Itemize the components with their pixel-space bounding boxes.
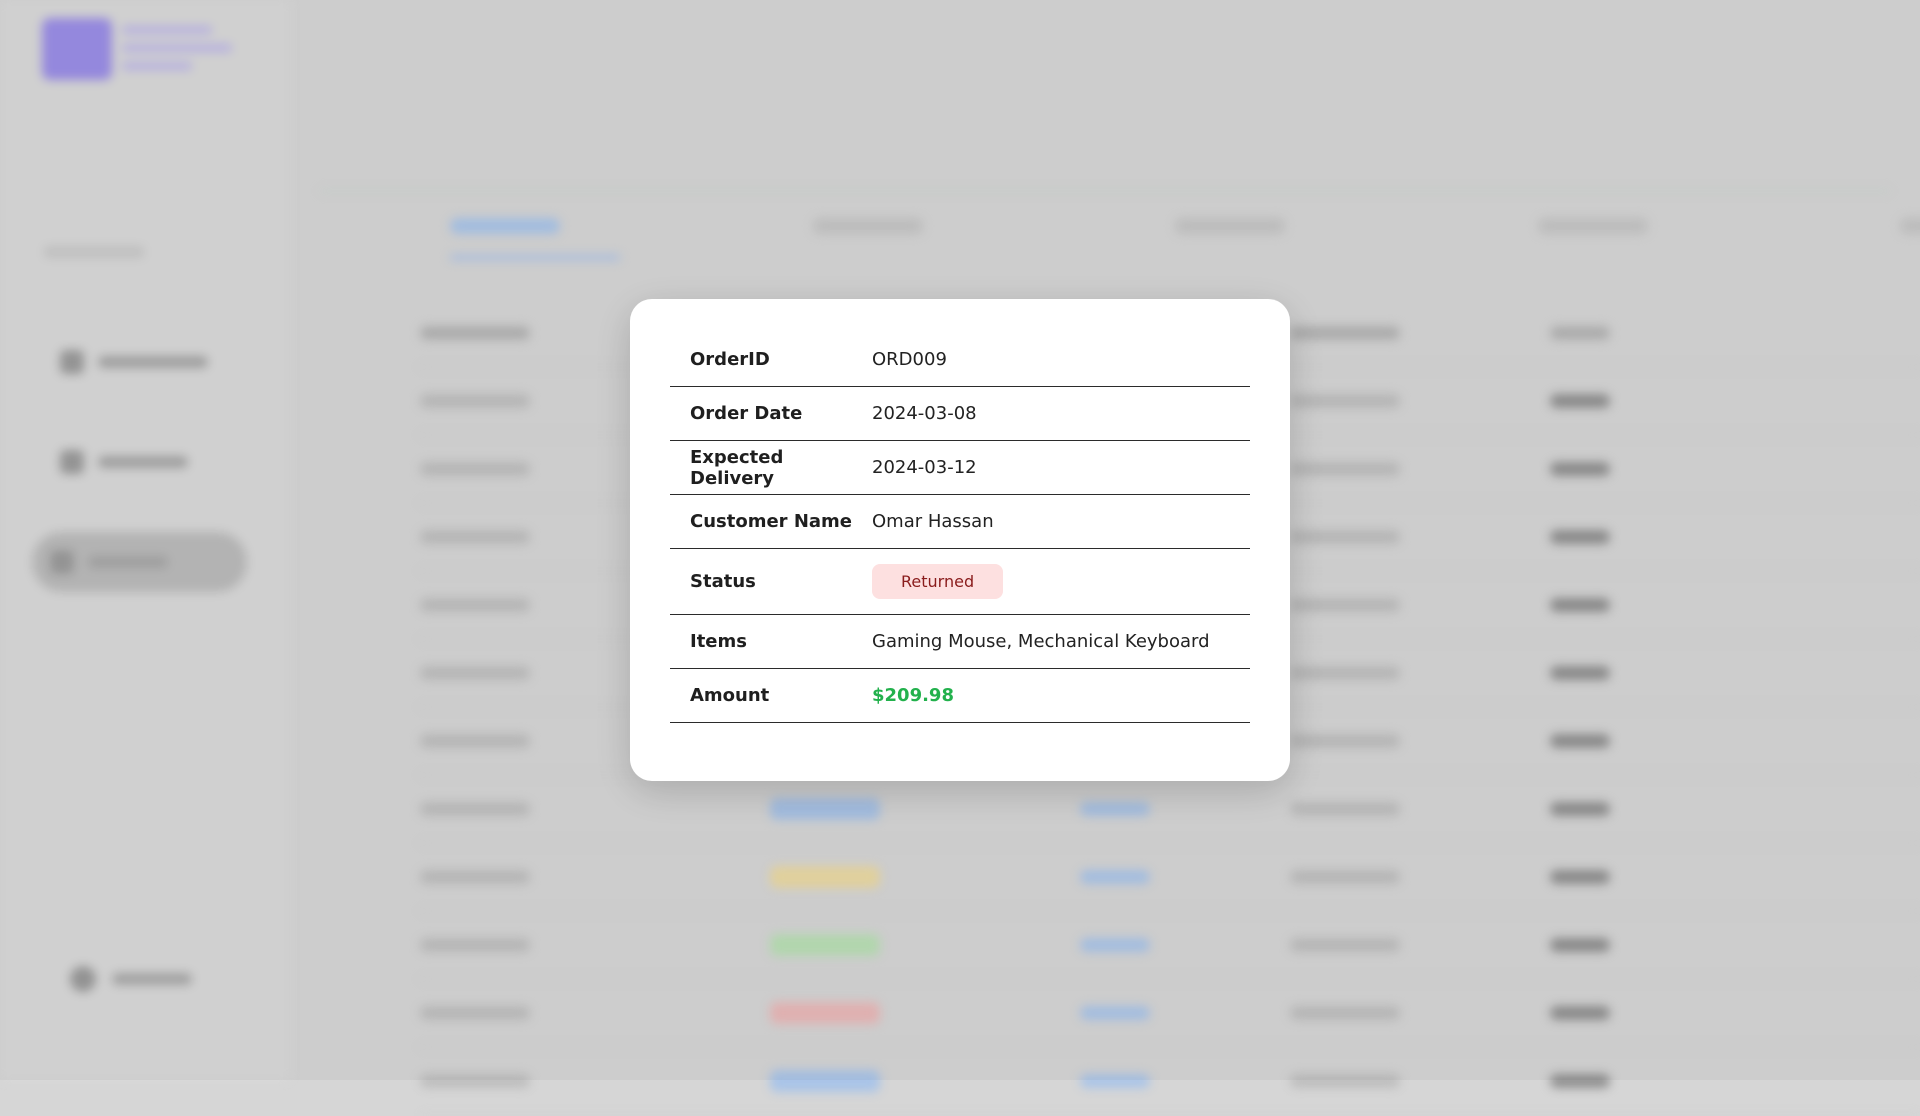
detail-row-order-id: OrderID ORD009 xyxy=(670,333,1250,387)
detail-row-customer-name: Customer Name Omar Hassan xyxy=(670,495,1250,549)
detail-row-items: Items Gaming Mouse, Mechanical Keyboard xyxy=(670,615,1250,669)
expected-delivery-label: Expected Delivery xyxy=(690,446,784,489)
order-id-label: OrderID xyxy=(690,349,770,370)
amount-label: Amount xyxy=(690,685,770,706)
status-badge: Returned xyxy=(872,564,1004,599)
order-date-value: 2024-03-08 xyxy=(872,403,977,424)
customer-name-label: Customer Name xyxy=(690,511,852,532)
status-label: Status xyxy=(690,571,756,592)
detail-row-status: Status Returned xyxy=(670,549,1250,615)
order-id-value: ORD009 xyxy=(872,349,947,370)
detail-row-expected-delivery: Expected Delivery 2024-03-12 xyxy=(670,441,1250,495)
amount-value: $209.98 xyxy=(872,685,954,706)
detail-row-amount: Amount $209.98 xyxy=(670,669,1250,723)
order-details-modal: OrderID ORD009 Order Date 2024-03-08 Exp… xyxy=(630,299,1290,781)
items-value: Gaming Mouse, Mechanical Keyboard xyxy=(872,631,1210,652)
expected-delivery-value: 2024-03-12 xyxy=(872,457,977,478)
detail-row-order-date: Order Date 2024-03-08 xyxy=(670,387,1250,441)
order-details-table: OrderID ORD009 Order Date 2024-03-08 Exp… xyxy=(670,333,1250,723)
items-label: Items xyxy=(690,631,747,652)
order-date-label: Order Date xyxy=(690,403,803,424)
customer-name-value: Omar Hassan xyxy=(872,511,994,532)
